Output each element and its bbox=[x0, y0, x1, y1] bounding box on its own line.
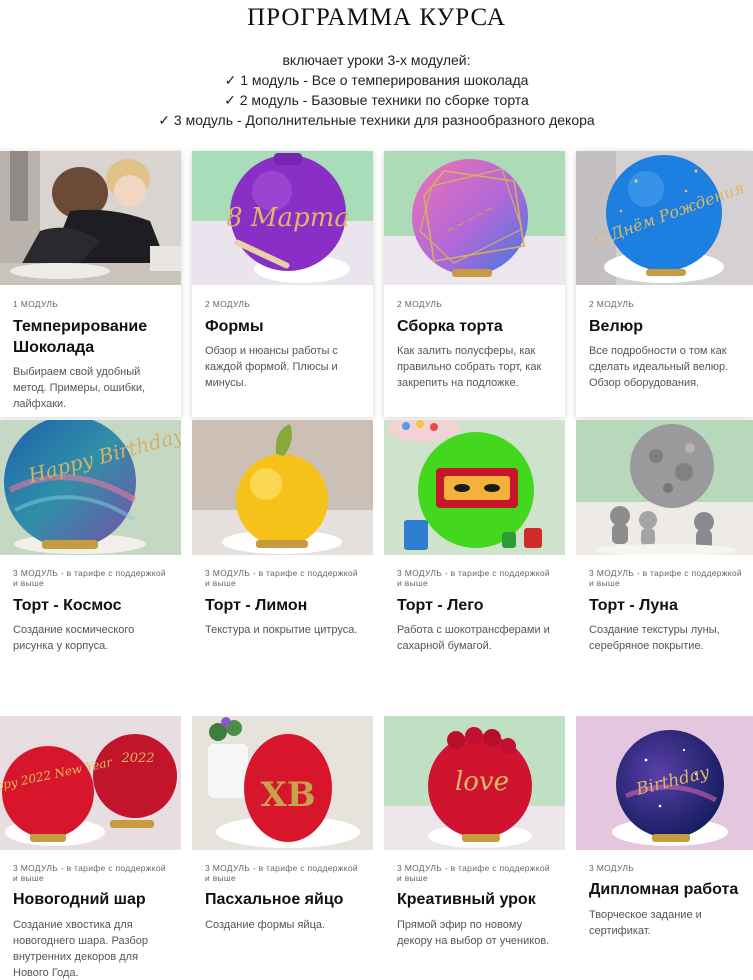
lesson-title: Дипломная работа bbox=[589, 881, 739, 898]
lesson-card[interactable]: Birthday 3 МОДУЛЬ Дипломная работа Творч… bbox=[576, 716, 753, 980]
lesson-title: Сборка торта bbox=[397, 318, 503, 335]
module-label: 3 МОДУЛЬ - в тарифе с поддержкой и выше bbox=[205, 863, 358, 883]
intro-line: ✓ 2 модуль - Базовые техники по сборке т… bbox=[224, 92, 529, 108]
lesson-image bbox=[0, 151, 181, 285]
module-label: 1 МОДУЛЬ bbox=[13, 299, 59, 309]
lesson-description: Творческое задание и сертификат. bbox=[589, 909, 702, 937]
lesson-title: Формы bbox=[205, 318, 264, 335]
lesson-card[interactable]: 3 МОДУЛЬ - в тарифе с поддержкой и выше … bbox=[192, 420, 373, 695]
lesson-card[interactable]: 3 МОДУЛЬ - в тарифе с поддержкой и выше … bbox=[384, 420, 565, 695]
lesson-image: ~~~~~ bbox=[384, 151, 565, 285]
lesson-title: Велюр bbox=[589, 318, 644, 335]
intro-line: включает уроки 3-х модулей: bbox=[282, 52, 471, 68]
lesson-title: Торт - Космос bbox=[13, 597, 122, 614]
intro-line: ✓ 1 модуль - Все о темперирования шокола… bbox=[224, 72, 529, 88]
lesson-image: 8 Марта bbox=[192, 151, 373, 285]
lesson-title: Креативный урок bbox=[397, 891, 536, 908]
module-label: 3 МОДУЛЬ - в тарифе с поддержкой и выше bbox=[13, 568, 166, 588]
lesson-description: Создание формы яйца. bbox=[205, 919, 326, 931]
lesson-image: love bbox=[384, 716, 565, 850]
lesson-image bbox=[576, 420, 753, 555]
lesson-title: Новогодний шар bbox=[13, 891, 146, 908]
lesson-description: Как залить полусферы, как правильно собр… bbox=[397, 345, 542, 389]
module-label: 3 МОДУЛЬ - в тарифе с поддержкой и выше bbox=[589, 568, 742, 588]
lesson-description: Обзор и нюансы работы с каждой формой. П… bbox=[205, 345, 338, 389]
lesson-card[interactable]: ХВ 3 МОДУЛЬ - в тарифе с поддержкой и вы… bbox=[192, 716, 373, 980]
lesson-card[interactable]: С Днём Рождения 2 МОДУЛЬ Велюр Все подро… bbox=[576, 151, 753, 417]
lesson-description: Выбираем свой удобный метод. Примеры, ош… bbox=[13, 366, 146, 410]
lesson-card[interactable]: Happy Birthday 3 МОДУЛЬ - в тарифе с под… bbox=[0, 420, 181, 695]
lesson-image: С Днём Рождения bbox=[576, 151, 753, 285]
lesson-description: Прямой эфир по новому декору на выбор от… bbox=[397, 919, 550, 947]
easter-topper: ХВ bbox=[260, 775, 315, 815]
lesson-title: Торт - Лимон bbox=[205, 597, 308, 614]
lesson-description: Все подробности о том как сделать идеаль… bbox=[589, 345, 729, 389]
lesson-card[interactable]: 1 МОДУЛЬ Темперирование Шоколада Выбирае… bbox=[0, 151, 181, 417]
lesson-description: Создание текстуры луны, серебряное покры… bbox=[589, 624, 720, 652]
lesson-image: Happy Birthday bbox=[0, 420, 181, 555]
svg-text:2022: 2022 bbox=[120, 751, 154, 766]
lesson-title: Торт - Лего bbox=[397, 597, 484, 614]
module-label: 3 МОДУЛЬ bbox=[589, 863, 635, 873]
lesson-image bbox=[192, 420, 373, 555]
lesson-image: Happy 2022 New Year 2022 bbox=[0, 716, 181, 850]
lesson-image: ХВ bbox=[192, 716, 373, 850]
lesson-image: Birthday bbox=[576, 716, 753, 850]
love-topper: love bbox=[455, 767, 509, 797]
lesson-title: Темперирование Шоколада bbox=[13, 318, 148, 356]
module-label: 2 МОДУЛЬ bbox=[205, 299, 251, 309]
module-label: 2 МОДУЛЬ bbox=[397, 299, 443, 309]
lesson-title: Пасхальное яйцо bbox=[205, 891, 344, 908]
lesson-description: Текстура и покрытие цитруса. bbox=[205, 624, 358, 636]
module-label: 3 МОДУЛЬ - в тарифе с поддержкой и выше bbox=[13, 863, 166, 883]
module-label: 2 МОДУЛЬ bbox=[589, 299, 635, 309]
course-intro: включает уроки 3-х модулей: ✓ 1 модуль -… bbox=[0, 50, 753, 130]
lesson-description: Создание космического рисунка у корпуса. bbox=[13, 624, 135, 652]
intro-line: ✓ 3 модуль - Дополнительные техники для … bbox=[158, 112, 595, 128]
lesson-card[interactable]: love 3 МОДУЛЬ - в тарифе с поддержкой и … bbox=[384, 716, 565, 980]
lesson-card[interactable]: Happy 2022 New Year 2022 3 МОДУЛЬ - в та… bbox=[0, 716, 181, 980]
module-label: 3 МОДУЛЬ - в тарифе с поддержкой и выше bbox=[205, 568, 358, 588]
lesson-image bbox=[384, 420, 565, 555]
lesson-card[interactable]: 3 МОДУЛЬ - в тарифе с поддержкой и выше … bbox=[576, 420, 753, 695]
page-title: ПРОГРАММА КУРСА bbox=[247, 4, 506, 31]
lesson-title: Торт - Луна bbox=[589, 597, 678, 614]
lesson-card[interactable]: ~~~~~ 2 МОДУЛЬ Сборка торта Как залить п… bbox=[384, 151, 565, 417]
lesson-description: Создание хвостика для новогоднего шара. … bbox=[13, 919, 148, 979]
march-8-topper: 8 Марта bbox=[226, 203, 350, 233]
module-label: 3 МОДУЛЬ - в тарифе с поддержкой и выше bbox=[397, 568, 550, 588]
lesson-card[interactable]: 8 Марта 2 МОДУЛЬ Формы Обзор и нюансы ра… bbox=[192, 151, 373, 417]
module-label: 3 МОДУЛЬ - в тарифе с поддержкой и выше bbox=[397, 863, 550, 883]
lesson-description: Работа с шокотрансферами и сахарной бума… bbox=[397, 624, 550, 652]
